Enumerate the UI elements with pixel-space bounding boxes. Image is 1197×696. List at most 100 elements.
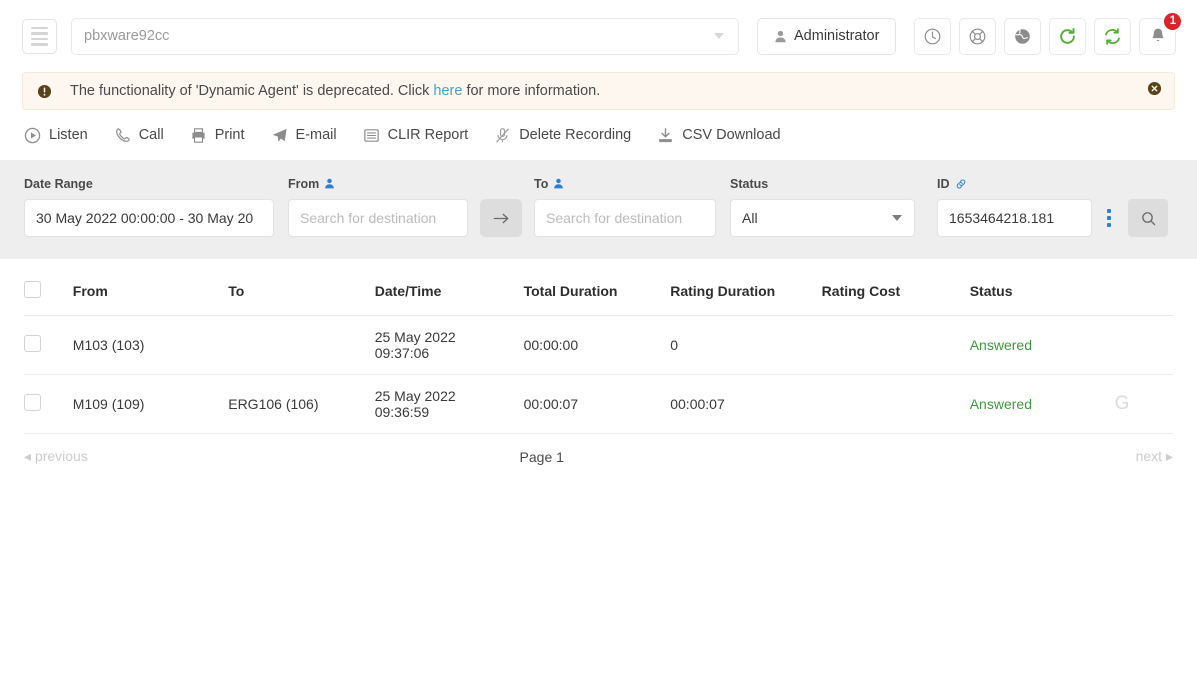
user-blue-icon: [325, 178, 335, 189]
reload-button[interactable]: [1049, 17, 1087, 55]
cell-total-duration: 00:00:00: [523, 315, 671, 375]
column-header-status[interactable]: Status: [969, 259, 1115, 316]
column-header-datetime[interactable]: Date/Time: [374, 259, 524, 316]
alert-close-button[interactable]: [1147, 81, 1162, 101]
delete-recording-button[interactable]: Delete Recording: [494, 127, 631, 144]
column-header-from[interactable]: From: [72, 259, 229, 316]
server-selector-label: pbxware92cc: [84, 28, 170, 44]
cell-to: ERG106 (106): [228, 374, 375, 434]
call-label: Call: [138, 127, 164, 143]
select-all-checkbox[interactable]: [24, 281, 41, 298]
to-label: To: [534, 176, 716, 191]
recording-icon: G: [1114, 393, 1130, 414]
previous-page-button[interactable]: ◂ previous: [24, 448, 88, 465]
to-input[interactable]: [534, 199, 716, 237]
cell-rating-cost: [821, 315, 970, 375]
notification-badge: 1: [1162, 10, 1184, 32]
id-input[interactable]: [937, 199, 1092, 237]
user-icon: [775, 30, 786, 42]
from-input[interactable]: [288, 199, 468, 237]
sync-button[interactable]: [1094, 17, 1132, 55]
header-icon-buttons: 1: [914, 10, 1184, 55]
administrator-label: Administrator: [794, 28, 880, 44]
cell-status: Answered: [969, 315, 1115, 375]
date-range-label: Date Range: [24, 176, 93, 191]
date-range-group: Date Range: [24, 176, 274, 237]
notifications-button[interactable]: 1: [1139, 10, 1184, 55]
clir-report-label: CLIR Report: [387, 127, 469, 143]
cell-from: M103 (103): [72, 315, 229, 375]
close-circle-icon: [1147, 81, 1162, 96]
status-group: Status: [730, 176, 915, 237]
user-blue-icon: [554, 178, 564, 189]
hamburger-icon: [31, 43, 48, 46]
sync-icon: [1105, 27, 1121, 45]
pagination: ◂ previous Page 1 next ▸: [0, 434, 1197, 465]
phone-icon: [115, 127, 130, 142]
id-group: ID: [937, 176, 1092, 237]
column-header-total-duration[interactable]: Total Duration: [523, 259, 671, 316]
cell-time: 09:37:06: [374, 345, 430, 361]
table-row[interactable]: M103 (103) 25 May 2022 09:37:06 00:00:00…: [24, 315, 1173, 375]
administrator-button[interactable]: Administrator: [757, 17, 897, 55]
row-checkbox[interactable]: [24, 335, 41, 352]
page-label: Page 1: [519, 448, 564, 465]
clock-button[interactable]: [914, 17, 952, 55]
csv-download-label: CSV Download: [682, 127, 781, 143]
refresh-icon: [1060, 27, 1076, 44]
cell-rating-duration: 00:00:07: [670, 374, 822, 434]
search-button[interactable]: [1128, 199, 1168, 237]
server-selector[interactable]: pbxware92cc: [71, 17, 739, 55]
column-header-rating-duration[interactable]: Rating Duration: [670, 259, 822, 316]
cell-rating-duration: 0: [670, 315, 822, 375]
alert-message: The functionality of 'Dynamic Agent' is …: [70, 83, 600, 99]
cell-date: 25 May 2022: [374, 388, 456, 404]
exclamation-circle-icon: [37, 84, 52, 98]
caret-left-icon: ◂: [24, 448, 32, 464]
row-select-cell: [24, 374, 73, 434]
row-checkbox[interactable]: [24, 394, 41, 411]
next-page-button[interactable]: next ▸: [1136, 448, 1173, 465]
swap-from-to-button[interactable]: [480, 199, 522, 237]
printer-icon: [192, 127, 205, 143]
cell-date: 25 May 2022: [374, 329, 456, 345]
call-records-table-area: From To Date/Time Total Duration Rating …: [0, 259, 1197, 434]
chevron-down-icon: [714, 33, 724, 39]
cell-recording[interactable]: G: [1114, 374, 1173, 434]
cell-time: 09:36:59: [374, 404, 430, 420]
csv-download-button[interactable]: CSV Download: [657, 127, 781, 144]
hamburger-menu-button[interactable]: [22, 18, 57, 54]
page-indicator: Page 1: [88, 449, 1136, 465]
clock-icon: [925, 28, 941, 44]
more-options-button[interactable]: [1096, 199, 1122, 237]
action-toolbar: Listen Call Print E-mail CLIR Report Del…: [0, 110, 1197, 160]
clir-report-button[interactable]: CLIR Report: [363, 127, 469, 144]
table-body: M103 (103) 25 May 2022 09:37:06 00:00:00…: [24, 315, 1173, 434]
column-header-rating-cost[interactable]: Rating Cost: [821, 259, 970, 316]
download-icon: [659, 127, 673, 142]
table-row[interactable]: M109 (109) ERG106 (106) 25 May 2022 09:3…: [24, 374, 1173, 434]
link-blue-icon: [956, 179, 965, 188]
date-range-input[interactable]: [24, 199, 274, 237]
top-bar: pbxware92cc Administrator 1: [0, 0, 1197, 72]
next-label: next: [1135, 448, 1163, 464]
row-select-cell: [24, 315, 73, 375]
listen-button[interactable]: Listen: [24, 127, 88, 144]
language-button[interactable]: [1004, 17, 1042, 55]
cell-datetime: 25 May 2022 09:36:59: [374, 374, 524, 434]
status-select[interactable]: [730, 199, 915, 237]
column-header-actions: [1114, 259, 1173, 316]
arrow-right-icon: [493, 213, 508, 223]
alert-here-link[interactable]: here: [433, 83, 462, 99]
vertical-dots-icon: [1107, 209, 1111, 213]
print-button[interactable]: Print: [190, 127, 245, 144]
cell-to: [228, 315, 375, 375]
globe-icon: [1015, 28, 1031, 44]
support-button[interactable]: [959, 17, 997, 55]
call-button[interactable]: Call: [114, 127, 164, 144]
search-icon: [1141, 211, 1155, 225]
select-all-header: [24, 259, 73, 316]
column-header-to[interactable]: To: [228, 259, 375, 316]
email-button[interactable]: E-mail: [271, 127, 337, 144]
clir-email-label: E-mail: [295, 127, 337, 143]
